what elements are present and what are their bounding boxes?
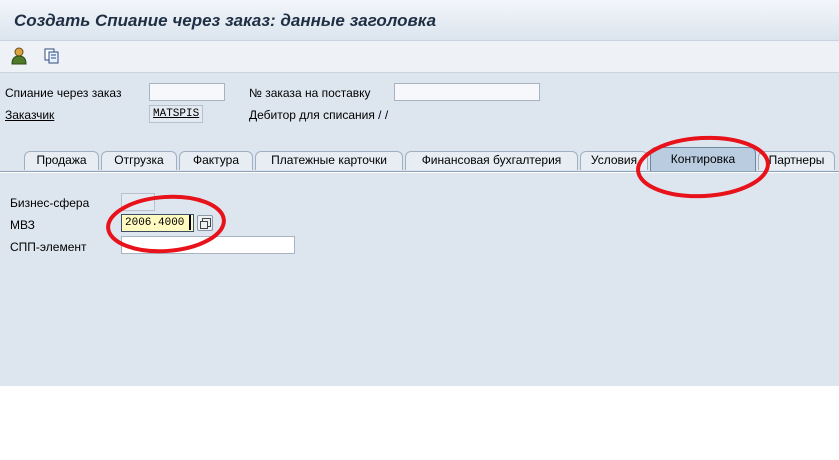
customer-label[interactable]: Заказчик bbox=[5, 108, 54, 122]
cost-center-label: МВЗ bbox=[10, 218, 35, 232]
tab-account-assignment[interactable]: Контировка bbox=[650, 147, 756, 171]
debtor-text: Дебитор для списания / / bbox=[249, 108, 389, 122]
tab-financial-accounting[interactable]: Финансовая бухгалтерия bbox=[405, 151, 578, 170]
person-icon[interactable] bbox=[9, 47, 29, 65]
write-off-order-label: Спиание через заказ bbox=[5, 86, 122, 100]
title-bar: Создать Спиание через заказ: данные заго… bbox=[0, 0, 839, 40]
tab-sales[interactable]: Продажа bbox=[24, 151, 99, 170]
text-cursor bbox=[189, 215, 191, 230]
tab-strip: Продажа Отгрузка Фактура Платежные карто… bbox=[0, 147, 839, 172]
delivery-order-label: № заказа на поставку bbox=[249, 86, 371, 100]
tab-payment-cards[interactable]: Платежные карточки bbox=[255, 151, 403, 170]
delivery-order-field[interactable] bbox=[394, 83, 540, 101]
sap-window: Создать Спиание через заказ: данные заго… bbox=[0, 0, 839, 386]
customer-field[interactable]: MATSPIS bbox=[149, 105, 203, 123]
cost-center-field[interactable]: 2006.4000 bbox=[121, 214, 194, 232]
tab-shipping[interactable]: Отгрузка bbox=[101, 151, 177, 170]
business-area-label: Бизнес-сфера bbox=[10, 196, 90, 210]
wbs-element-label: СПП-элемент bbox=[10, 240, 87, 254]
copy-document-icon[interactable] bbox=[42, 47, 62, 65]
tab-conditions[interactable]: Условия bbox=[580, 151, 648, 170]
tab-partners[interactable]: Партнеры bbox=[758, 151, 835, 170]
application-toolbar bbox=[0, 40, 839, 73]
value-help-icon[interactable] bbox=[197, 215, 213, 231]
tab-billing[interactable]: Фактура bbox=[179, 151, 253, 170]
wbs-element-field[interactable] bbox=[121, 236, 295, 254]
write-off-order-field[interactable] bbox=[149, 83, 225, 101]
business-area-field[interactable] bbox=[121, 193, 155, 211]
page-title: Создать Спиание через заказ: данные заго… bbox=[14, 11, 437, 30]
